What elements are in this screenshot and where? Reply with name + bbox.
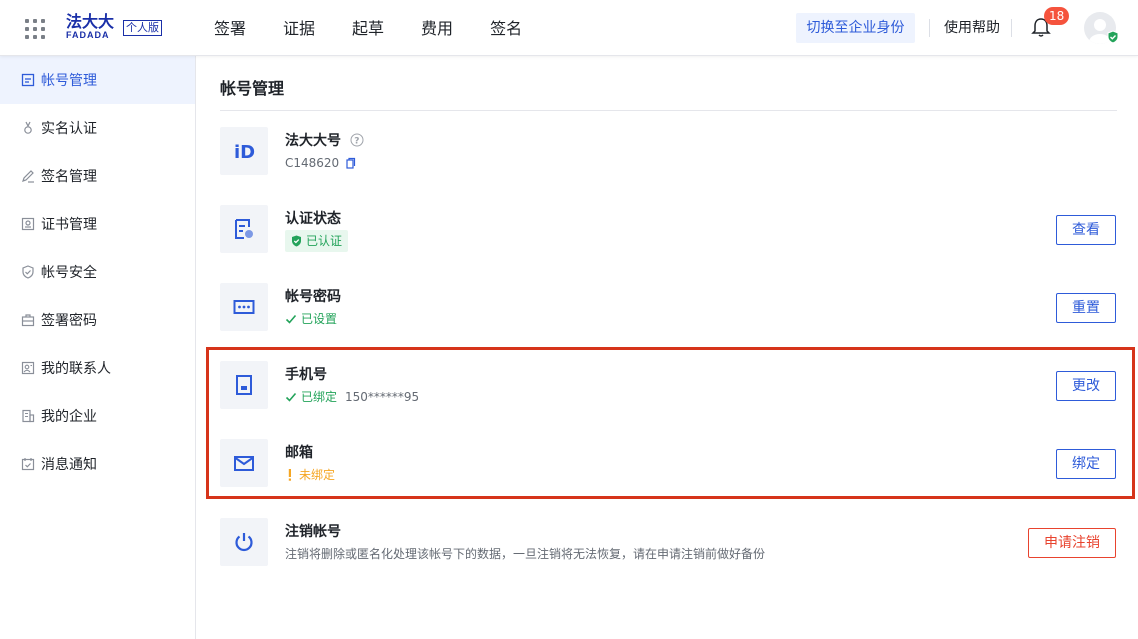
change-phone-button[interactable]: 更改 [1056, 371, 1116, 401]
svg-text:?: ? [354, 137, 359, 147]
row-sub: 已设置 [285, 311, 337, 327]
phone-status-text: 已绑定 [301, 390, 338, 404]
phone-number: 150******95 [345, 390, 420, 404]
notification-badge: 18 [1044, 7, 1070, 25]
sidebar-item-label: 消息通知 [41, 457, 97, 473]
main-content: 帐号管理 iD 法大大号 ? C148620 认证状态 已认证 查看 帐号密码 … [196, 56, 1138, 639]
phone-icon [220, 361, 268, 409]
close-account-desc: 注销将删除或匿名化处理该帐号下的数据，一旦注销将无法恢复，请在申请注销前做好备份 [285, 547, 766, 561]
password-row: 帐号密码 已设置 重置 [220, 283, 1116, 333]
contacts-icon [21, 361, 35, 375]
sidebar-item-notifications[interactable]: 消息通知 [0, 440, 195, 488]
request-close-button[interactable]: 申请注销 [1028, 528, 1116, 558]
email-status-text: 未绑定 [299, 468, 336, 482]
logo-text: 法大大 [66, 12, 115, 31]
logo-subtext: FADADA [66, 30, 110, 40]
password-title: 帐号密码 [285, 289, 341, 305]
sidebar-item-label: 证书管理 [41, 217, 97, 233]
verification-title: 认证状态 [285, 211, 341, 227]
switch-enterprise-button[interactable]: 切换至企业身份 [796, 13, 915, 43]
copy-icon[interactable] [344, 157, 356, 169]
divider [220, 110, 1117, 111]
mail-icon [220, 439, 268, 487]
password-status: 已设置 [285, 311, 337, 327]
reset-button[interactable]: 重置 [1056, 293, 1116, 323]
sidebar-item-verification[interactable]: 实名认证 [0, 104, 195, 152]
sidebar-item-label: 我的联系人 [41, 361, 111, 377]
sidebar: 帐号管理 实名认证 签名管理 证书管理 帐号安全 签署密码 我的联系人 我的企业… [0, 56, 196, 639]
verification-status: 已认证 [306, 234, 343, 248]
shield-check-icon [292, 235, 301, 247]
password-status-text: 已设置 [301, 312, 338, 326]
account-id-row: iD 法大大号 ? C148620 [220, 127, 1116, 177]
email-row: 邮箱 未绑定 绑定 [220, 439, 1116, 489]
divider [1011, 19, 1012, 37]
sidebar-item-label: 帐号管理 [41, 73, 97, 89]
app-grid-icon[interactable] [25, 19, 45, 39]
sidebar-item-label: 帐号安全 [41, 265, 97, 281]
shield-icon [22, 265, 34, 279]
account-id-value: C148620 [285, 156, 340, 170]
power-icon [220, 518, 268, 566]
email-title: 邮箱 [285, 445, 313, 461]
sidebar-item-enterprise[interactable]: 我的企业 [0, 392, 195, 440]
account-id-label: 法大大号 [285, 133, 341, 149]
warning-icon [288, 469, 291, 481]
check-icon [285, 392, 297, 402]
logo[interactable]: 法大大 FADADA [66, 14, 114, 41]
divider [929, 19, 930, 37]
certificate-icon [21, 217, 35, 231]
phone-row: 手机号 已绑定 150******95 更改 [220, 361, 1116, 411]
sidebar-item-account[interactable]: 帐号管理 [0, 56, 195, 104]
nav-draft[interactable]: 起草 [352, 18, 384, 40]
nav-evidence[interactable]: 证据 [283, 18, 315, 40]
close-account-row: 注销帐号 注销将删除或匿名化处理该帐号下的数据，一旦注销将无法恢复，请在申请注销… [220, 518, 1116, 568]
nav-sign[interactable]: 签署 [214, 18, 246, 40]
sidebar-item-label: 我的企业 [41, 409, 97, 425]
pen-icon [22, 170, 34, 183]
sidebar-item-label: 实名认证 [41, 121, 97, 137]
row-sub: 已认证 [285, 230, 349, 252]
view-button[interactable]: 查看 [1056, 215, 1116, 245]
sidebar-item-signatures[interactable]: 签名管理 [0, 152, 195, 200]
message-icon [21, 458, 35, 471]
medal-icon [24, 121, 32, 134]
main-nav: 签署 证据 起草 费用 签名 [214, 18, 522, 40]
building-icon [22, 409, 35, 423]
password-icon [220, 283, 268, 331]
sidebar-item-contacts[interactable]: 我的联系人 [0, 344, 195, 392]
phone-status: 已绑定 [285, 389, 337, 405]
bind-email-button[interactable]: 绑定 [1056, 449, 1116, 479]
sidebar-item-label: 签署密码 [41, 313, 97, 329]
nav-signature[interactable]: 签名 [490, 18, 522, 40]
verified-shield-icon [1107, 30, 1119, 44]
email-status: 未绑定 [285, 467, 335, 483]
check-icon [285, 314, 297, 324]
help-link[interactable]: 使用帮助 [944, 18, 1000, 38]
row-sub: 已绑定 150******95 [285, 389, 419, 405]
verification-icon [220, 205, 268, 253]
account-icon [21, 73, 35, 87]
phone-title: 手机号 [285, 367, 327, 383]
edition-badge: 个人版 [123, 20, 162, 36]
id-icon: iD [220, 127, 268, 175]
top-bar: 法大大 FADADA 个人版 签署 证据 起草 费用 签名 切换至企业身份 使用… [0, 0, 1138, 56]
nav-fees[interactable]: 费用 [421, 18, 453, 40]
sidebar-item-certificates[interactable]: 证书管理 [0, 200, 195, 248]
row-title: 法大大号 ? [285, 132, 364, 150]
sidebar-item-security[interactable]: 帐号安全 [0, 248, 195, 296]
briefcase-icon [21, 314, 35, 327]
sidebar-item-label: 签名管理 [41, 169, 97, 185]
row-sub: 未绑定 [285, 467, 335, 483]
verification-row: 认证状态 已认证 查看 [220, 205, 1116, 255]
sidebar-item-sign-password[interactable]: 签署密码 [0, 296, 195, 344]
verified-badge: 已认证 [285, 230, 349, 252]
page-title: 帐号管理 [220, 79, 285, 98]
svg-text:iD: iD [234, 142, 255, 162]
row-sub: C148620 [285, 155, 356, 171]
close-account-title: 注销帐号 [285, 524, 341, 540]
help-icon[interactable]: ? [350, 133, 364, 147]
